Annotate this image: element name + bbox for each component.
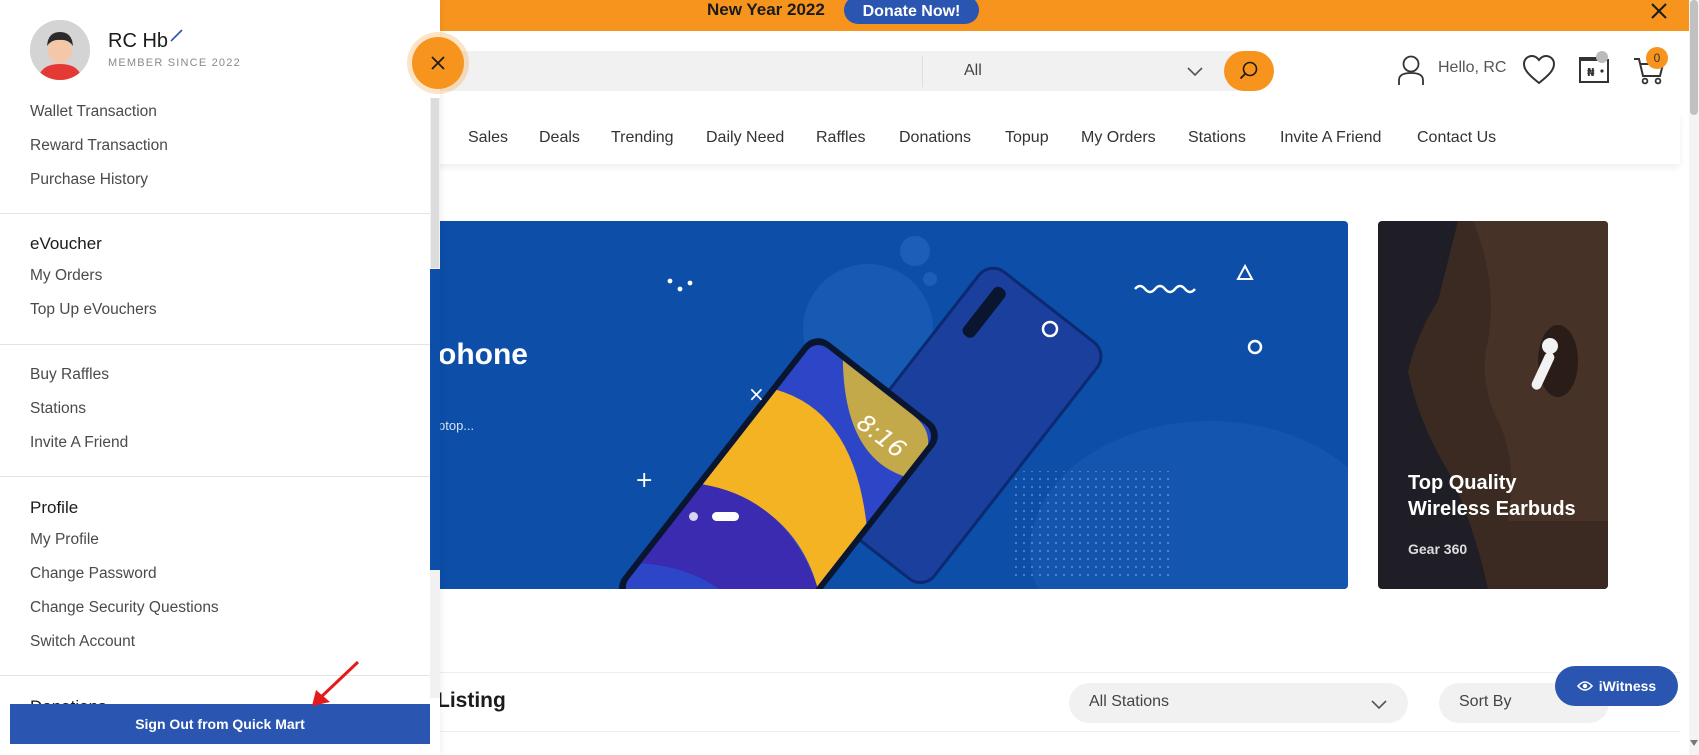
hero-title: ohone: [438, 338, 528, 371]
drawer-link-switch-account[interactable]: Switch Account: [30, 632, 135, 652]
search-divider: [922, 56, 923, 87]
drawer-edge: [430, 269, 440, 570]
drawer-link-top-up-evouchers[interactable]: Top Up eVouchers: [30, 300, 157, 320]
drawer-link-wallet-transaction[interactable]: Wallet Transaction: [30, 102, 157, 122]
hero-banner[interactable]: 8:16 × +: [430, 221, 1348, 589]
pencil-icon[interactable]: [170, 28, 184, 42]
nav-topup[interactable]: Topup: [1005, 128, 1049, 148]
user-account-icon[interactable]: [1396, 54, 1426, 86]
carousel-dot-active[interactable]: [712, 512, 739, 521]
drawer-link-my-profile[interactable]: My Profile: [30, 530, 99, 550]
divider: [0, 476, 430, 477]
search-category-select[interactable]: All: [964, 60, 982, 82]
svg-text:+: +: [635, 468, 653, 493]
side-drawer: RC Hb MEMBER SINCE 2022 Wallet Transacti…: [0, 0, 440, 755]
hero-subtitle: ptop...: [438, 418, 475, 433]
hero-phone-image: 8:16 × +: [619, 236, 1348, 589]
divider: [0, 675, 430, 676]
nav-invite-a-friend[interactable]: Invite A Friend: [1280, 128, 1381, 148]
heart-icon[interactable]: [1521, 54, 1557, 86]
drawer-link-change-security-questions[interactable]: Change Security Questions: [30, 598, 219, 618]
user-greeting[interactable]: Hello, RC: [1438, 58, 1506, 78]
drawer-link-reward-transaction[interactable]: Reward Transaction: [30, 136, 168, 156]
earbuds-model-image: [1408, 221, 1608, 589]
search-input[interactable]: [430, 51, 1270, 91]
nav-deals[interactable]: Deals: [539, 128, 580, 148]
divider: [430, 672, 1680, 673]
eye-icon: [1576, 681, 1593, 691]
svg-text:×: ×: [748, 382, 765, 406]
nav-stations[interactable]: Stations: [1188, 128, 1246, 148]
cart-count-badge: 0: [1646, 47, 1668, 69]
divider: [0, 344, 430, 345]
divider: [430, 731, 1680, 732]
drawer-link-my-orders[interactable]: My Orders: [30, 266, 102, 286]
close-banner-icon[interactable]: [1648, 0, 1670, 22]
nav-contact-us[interactable]: Contact Us: [1417, 128, 1496, 148]
close-icon: [431, 56, 445, 70]
drawer-link-buy-raffles[interactable]: Buy Raffles: [30, 365, 109, 385]
drawer-link-stations[interactable]: Stations: [30, 399, 86, 419]
wallet-status-dot: [1596, 51, 1608, 63]
drawer-heading-profile: Profile: [30, 498, 79, 517]
donate-now-button[interactable]: Donate Now!: [844, 0, 979, 24]
promo-card[interactable]: [1378, 221, 1608, 589]
stations-filter-value[interactable]: All Stations: [1089, 692, 1169, 712]
banner-text: New Year 2022: [707, 0, 825, 19]
iwitness-button[interactable]: iWitness: [1555, 666, 1678, 706]
drawer-heading-evoucher: eVoucher: [30, 234, 102, 253]
iwitness-label: iWitness: [1598, 678, 1657, 694]
sort-by-value[interactable]: Sort By: [1459, 692, 1511, 712]
divider: [0, 213, 430, 214]
avatar-image: [30, 20, 90, 80]
nav-daily-need[interactable]: Daily Need: [706, 128, 784, 148]
close-drawer-button[interactable]: [412, 37, 464, 89]
nav-donations[interactable]: Donations: [899, 128, 971, 148]
chevron-down-icon[interactable]: [1370, 695, 1388, 713]
drawer-scrollbar-thumb[interactable]: [431, 98, 439, 268]
search-button[interactable]: [1224, 51, 1274, 91]
svg-text:₦: ₦: [1587, 66, 1595, 79]
carousel-dot[interactable]: [689, 512, 698, 521]
nav-raffles[interactable]: Raffles: [816, 128, 866, 148]
promo-subtitle: Gear 360: [1408, 541, 1468, 557]
nav-my-orders[interactable]: My Orders: [1081, 128, 1156, 148]
nav-trending[interactable]: Trending: [611, 128, 674, 148]
search-icon: [1239, 61, 1258, 80]
drawer-link-invite-a-friend[interactable]: Invite A Friend: [30, 433, 128, 453]
nav-sales[interactable]: Sales: [468, 128, 508, 148]
pointer-arrow-icon: [312, 660, 360, 706]
scroll-down-arrow-icon[interactable]: [1690, 738, 1698, 748]
member-since-label: MEMBER SINCE 2022: [108, 57, 241, 69]
sign-out-button[interactable]: Sign Out from Quick Mart: [10, 704, 430, 744]
drawer-link-purchase-history[interactable]: Purchase History: [30, 170, 148, 190]
listing-title: Listing: [437, 689, 506, 712]
page-scrollbar-thumb[interactable]: [1690, 0, 1698, 115]
drawer-link-change-password[interactable]: Change Password: [30, 564, 157, 584]
avatar[interactable]: [30, 20, 90, 80]
user-name: RC Hb: [108, 30, 169, 52]
main-nav: Sales Deals Trending Daily Need Raffles …: [430, 112, 1680, 164]
app-root: New Year 2022 Donate Now! All Hello, RC …: [0, 0, 1699, 755]
promo-title: Top Quality Wireless Earbuds: [1408, 472, 1576, 520]
chevron-down-icon[interactable]: [1186, 62, 1204, 80]
